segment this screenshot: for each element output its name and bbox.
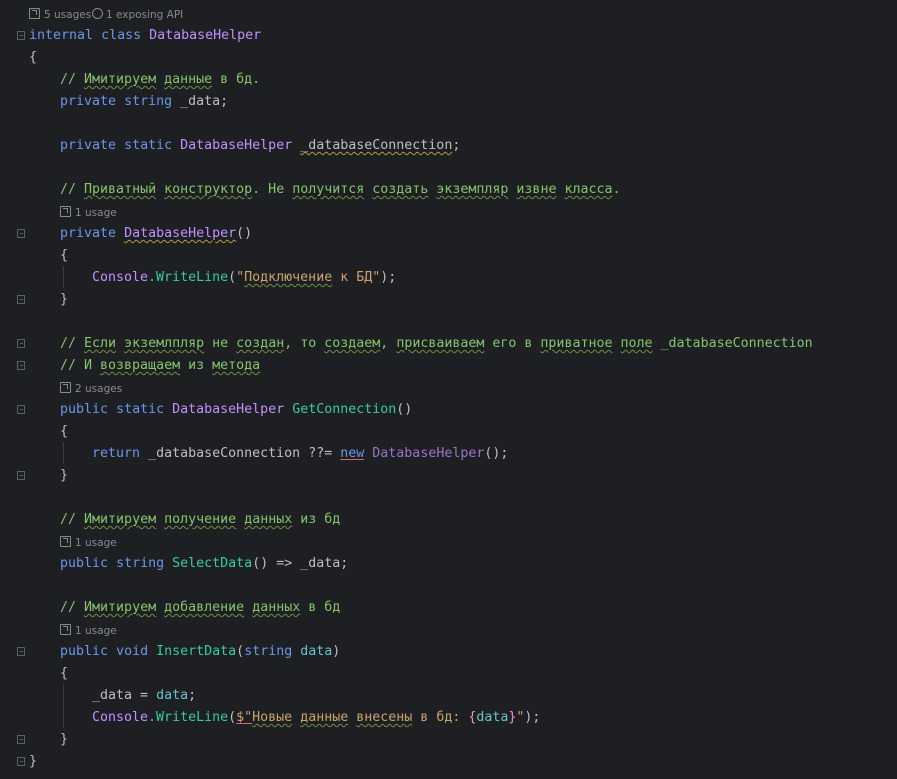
fold-toggle-comment[interactable] xyxy=(17,339,25,348)
code-line-return: return _databaseConnection ??= new Datab… xyxy=(92,446,509,461)
usages-icon xyxy=(60,206,71,217)
fold-toggle-ctor-end[interactable] xyxy=(17,295,25,304)
usages-hint-insertdata[interactable]: 1 usage xyxy=(60,622,117,640)
fold-toggle-class-end[interactable] xyxy=(17,757,25,766)
code-line-brace-close: } xyxy=(60,732,69,747)
code-comment-if2: // И возвращаем из метода xyxy=(60,358,261,373)
usages-icon xyxy=(60,624,71,635)
indent-guide xyxy=(63,684,64,728)
code-line-brace: { xyxy=(60,666,69,681)
code-line-brace-close: } xyxy=(60,292,69,307)
fold-toggle-insertdata-end[interactable] xyxy=(17,735,25,744)
code-comment-if1: // Если экземлпляр не создан, то создаем… xyxy=(60,336,813,351)
usages-hint-class[interactable]: 5 usages xyxy=(29,6,91,24)
code-line-insertdata-decl: public void InsertData(string data) xyxy=(60,644,341,659)
indent-guide xyxy=(63,266,64,288)
code-line-brace-close: } xyxy=(60,468,69,483)
fold-toggle-insertdata[interactable] xyxy=(17,647,25,656)
code-comment-data: // Имитируем данные в бд. xyxy=(60,72,261,87)
code-line-brace: { xyxy=(60,424,69,439)
code-line-console-connect: Console.WriteLine("Подключение к БД"); xyxy=(92,270,397,285)
fold-toggle-ctor[interactable] xyxy=(17,229,25,238)
code-line-field-data: private string _data; xyxy=(60,94,229,109)
exposing-api-hint[interactable]: 1 exposing API xyxy=(92,6,183,24)
usages-hint-getconnection[interactable]: 2 usages xyxy=(60,380,122,398)
fold-toggle-getconnection-end[interactable] xyxy=(17,471,25,480)
code-line-brace: { xyxy=(29,50,38,65)
usages-icon xyxy=(60,382,71,393)
code-line-class-close: } xyxy=(29,754,38,769)
class-name: DatabaseHelper xyxy=(149,28,262,43)
usages-icon xyxy=(60,536,71,547)
code-line-ctor-decl: private DatabaseHelper() xyxy=(60,226,253,241)
fold-toggle-getconnection[interactable] xyxy=(17,405,25,414)
code-line-getconnection-decl: public static DatabaseHelper GetConnecti… xyxy=(60,402,413,417)
code-comment-ctor: // Приватный конструктор. Не получится с… xyxy=(60,182,621,197)
usages-hint-selectdata[interactable]: 1 usage xyxy=(60,534,117,552)
fold-toggle-comment-end[interactable] xyxy=(17,361,25,370)
code-editor[interactable]: 5 usages 1 exposing API internal class D… xyxy=(0,0,897,779)
usages-hint-ctor[interactable]: 1 usage xyxy=(60,204,117,222)
api-icon xyxy=(92,8,103,19)
code-line-brace: { xyxy=(60,248,69,263)
code-line-assign: _data = data; xyxy=(92,688,197,703)
code-comment-insert: // Имитируем добавление данных в бд xyxy=(60,600,341,615)
indent-guide xyxy=(63,442,64,464)
usages-icon xyxy=(29,8,40,19)
fold-toggle-class[interactable] xyxy=(17,31,25,40)
code-line-selectdata: public string SelectData() => _data; xyxy=(60,556,349,571)
code-line-console-insert: Console.WriteLine($"Новые данные внесены… xyxy=(92,710,541,725)
code-line-class-decl: internal class DatabaseHelper xyxy=(29,28,262,43)
code-comment-select: // Имитируем получение данных из бд xyxy=(60,512,341,527)
code-line-field-conn: private static DatabaseHelper _databaseC… xyxy=(60,138,461,153)
